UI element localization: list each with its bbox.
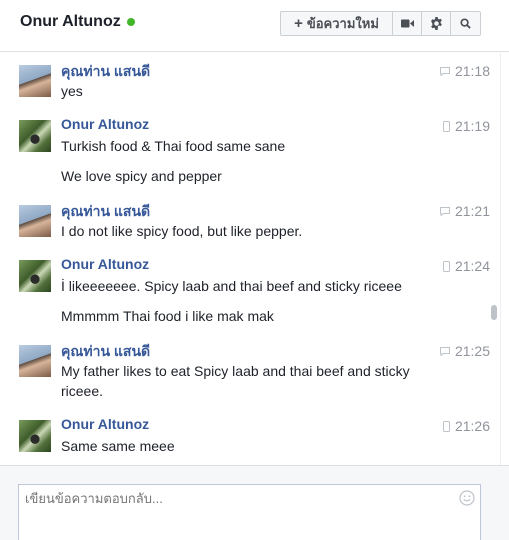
new-message-button[interactable]: + ข้อความใหม่ <box>281 12 393 35</box>
mobile-phone-icon <box>442 120 450 132</box>
video-camera-icon <box>400 19 414 28</box>
message-text: We love spicy and pepper <box>61 168 222 184</box>
avatar[interactable] <box>19 260 51 292</box>
chat-title[interactable]: Onur Altunoz <box>20 13 135 31</box>
avatar[interactable] <box>19 205 51 237</box>
video-call-button[interactable] <box>393 12 422 35</box>
message-time: 21:18 <box>439 63 490 79</box>
new-message-label: ข้อความใหม่ <box>306 16 379 31</box>
time-label: 21:26 <box>454 418 490 434</box>
sender-name[interactable]: คุณท่าน แสนดี <box>61 341 150 363</box>
message-time: 21:26 <box>442 418 490 434</box>
message-thread[interactable]: คุณท่าน แสนดี 21:18 yes Onur Altunoz 21:… <box>0 53 500 465</box>
sender-name[interactable]: คุณท่าน แสนดี <box>61 201 150 223</box>
message-text: Same same meee <box>61 438 175 454</box>
mobile-phone-icon <box>442 420 450 432</box>
scrollbar-track[interactable] <box>500 53 509 465</box>
avatar[interactable] <box>19 420 51 452</box>
message-time: 21:25 <box>439 343 490 359</box>
message-group: Onur Altunoz 21:19 Turkish food & Thai f… <box>0 116 500 192</box>
avatar[interactable] <box>19 65 51 97</box>
reply-box[interactable] <box>18 484 481 540</box>
search-icon <box>460 18 471 29</box>
smiley-icon[interactable] <box>459 490 475 506</box>
header-toolbar: + ข้อความใหม่ <box>280 11 481 36</box>
time-label: 21:21 <box>454 203 490 219</box>
message-time: 21:19 <box>442 118 490 134</box>
composer <box>0 465 509 540</box>
message-group: Onur Altunoz 21:24 İ likeeeeeee. Spicy l… <box>0 256 500 332</box>
chat-bubble-icon <box>439 206 450 216</box>
message-text: Mmmmm Thai food i like mak mak <box>61 308 274 324</box>
sender-name[interactable]: Onur Altunoz <box>61 256 149 272</box>
sender-name[interactable]: Onur Altunoz <box>61 116 149 132</box>
chat-bubble-icon <box>439 66 450 76</box>
time-label: 21:18 <box>454 63 490 79</box>
message-text: yes <box>61 83 83 99</box>
chat-header: Onur Altunoz + ข้อความใหม่ <box>0 0 509 52</box>
sender-name[interactable]: คุณท่าน แสนดี <box>61 61 150 83</box>
message-text: Turkish food & Thai food same sane <box>61 138 286 154</box>
message-text: My father likes to eat Spicy laab and th… <box>61 363 410 399</box>
avatar[interactable] <box>19 345 51 377</box>
message-time: 21:24 <box>442 258 490 274</box>
time-label: 21:25 <box>454 343 490 359</box>
settings-button[interactable] <box>422 12 451 35</box>
online-status-dot <box>126 18 135 26</box>
conversation-name[interactable]: Onur Altunoz <box>20 13 121 31</box>
time-label: 21:24 <box>454 258 490 274</box>
message-group: คุณท่าน แสนดี 21:18 yes <box>0 61 500 107</box>
plus-icon: + <box>294 15 303 32</box>
time-label: 21:19 <box>454 118 490 134</box>
sender-name[interactable]: Onur Altunoz <box>61 416 149 432</box>
message-group: คุณท่าน แสนดี 21:25 My father likes to e… <box>0 341 500 407</box>
search-button[interactable] <box>451 12 480 35</box>
gear-icon <box>430 17 442 30</box>
message-text: İ likeeeeeee. Spicy laab and thai beef a… <box>61 278 402 294</box>
message-group: Onur Altunoz 21:26 Same same meee <box>0 416 500 462</box>
message-time: 21:21 <box>439 203 490 219</box>
message-text: I do not like spicy food, but like peppe… <box>61 223 303 239</box>
avatar[interactable] <box>19 120 51 152</box>
reply-input[interactable] <box>25 491 445 506</box>
chat-bubble-icon <box>439 346 450 356</box>
mobile-phone-icon <box>442 260 450 272</box>
message-group: คุณท่าน แสนดี 21:21 I do not like spicy … <box>0 201 500 247</box>
scrollbar-thumb[interactable] <box>491 305 497 320</box>
